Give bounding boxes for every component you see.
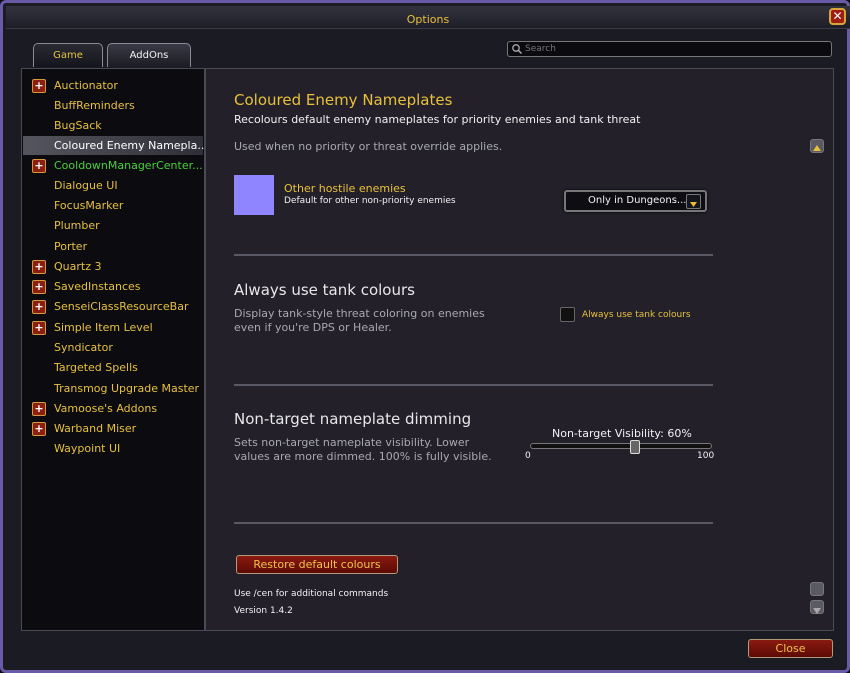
sidebar-item-label: Warband Miser	[54, 422, 137, 435]
sidebar-item-waypoint-ui[interactable]: Waypoint UI	[23, 439, 203, 458]
sidebar-item-label: Auctionator	[54, 79, 118, 92]
visibility-dropdown[interactable]: Only in Dungeons...	[564, 190, 707, 212]
tank-description-line2: even if you're DPS or Healer.	[234, 321, 392, 334]
sidebar-item-vamooses-addons[interactable]: + Vamoose's Addons	[23, 399, 203, 418]
section-divider	[234, 384, 713, 386]
slider-max-label: 100	[697, 451, 715, 461]
visibility-slider[interactable]	[530, 440, 712, 454]
sidebar-item-label: Waypoint UI	[54, 442, 121, 455]
scroll-thumb[interactable]	[810, 582, 824, 596]
sidebar-item-bugsack[interactable]: BugSack	[23, 116, 203, 135]
sidebar-item-label: Vamoose's Addons	[54, 402, 158, 415]
commands-hint: Use /cen for additional commands	[234, 589, 389, 599]
sidebar-item-dialogue-ui[interactable]: Dialogue UI	[23, 176, 203, 195]
fallback-note: Used when no priority or threat override…	[234, 140, 503, 153]
dimming-description-line1: Sets non-target nameplate visibility. Lo…	[234, 436, 470, 449]
sidebar-item-label: Dialogue UI	[54, 179, 118, 192]
slider-min-label: 0	[525, 451, 531, 461]
restore-default-colours-button[interactable]: Restore default colours	[236, 555, 398, 574]
tank-heading: Always use tank colours	[234, 281, 415, 299]
tank-checkbox-label[interactable]: Always use tank colours	[582, 310, 691, 320]
expand-icon[interactable]: +	[32, 402, 46, 416]
scroll-up-icon[interactable]	[810, 139, 824, 153]
sidebar-item-simple-item-level[interactable]: + Simple Item Level	[23, 318, 203, 337]
sidebar-item-buffreminders[interactable]: BuffReminders	[23, 96, 203, 115]
sidebar-item-quartz-3[interactable]: + Quartz 3	[23, 257, 203, 276]
search-box[interactable]	[507, 41, 832, 57]
sidebar-item-auctionator[interactable]: + Auctionator	[23, 76, 203, 95]
dropdown-value: Only in Dungeons...	[588, 195, 687, 206]
tank-colours-checkbox[interactable]	[560, 307, 575, 322]
sidebar-item-label: Coloured Enemy Nameplа...	[54, 139, 208, 152]
sidebar-item-label: CooldownManagerCenter...	[54, 159, 203, 172]
sidebar-item-senseiclassresourcebar[interactable]: + SenseiClassResourceBar	[23, 297, 203, 316]
close-icon[interactable]: ✕	[829, 8, 846, 25]
tab-addons-label: AddOns	[129, 50, 169, 61]
sidebar-item-warband-miser[interactable]: + Warband Miser	[23, 419, 203, 438]
sidebar-item-label: BuffReminders	[54, 99, 135, 112]
window-title: Options	[406, 13, 450, 26]
tab-game[interactable]: Game	[33, 43, 103, 67]
sidebar-item-label: Quartz 3	[54, 260, 102, 273]
expand-icon[interactable]: +	[32, 79, 46, 93]
addon-list[interactable]: + Auctionator BuffReminders BugSack Colo…	[21, 68, 208, 631]
expand-icon[interactable]: +	[32, 422, 46, 436]
sidebar-item-targeted-spells[interactable]: Targeted Spells	[23, 358, 203, 377]
slider-thumb[interactable]	[630, 440, 641, 454]
sidebar-item-label: Porter	[54, 240, 88, 253]
hostile-description: Default for other non-priority enemies	[284, 196, 456, 206]
version-label: Version 1.4.2	[234, 606, 293, 616]
chevron-down-icon[interactable]	[686, 194, 701, 209]
dimming-heading: Non-target nameplate dimming	[234, 410, 472, 428]
expand-icon[interactable]: +	[32, 321, 46, 335]
slider-label: Non-target Visibility: 60%	[552, 427, 692, 440]
search-input[interactable]	[525, 42, 825, 56]
expand-icon[interactable]: +	[32, 300, 46, 314]
sidebar-item-label: SavedInstances	[54, 280, 141, 293]
close-button[interactable]: Close	[748, 639, 833, 658]
dimming-description-line2: values are more dimmed. 100% is fully vi…	[234, 450, 492, 463]
arrow-up-icon	[813, 145, 821, 151]
sidebar-item-label: Simple Item Level	[54, 321, 153, 334]
arrow-down-icon	[813, 608, 821, 614]
expand-icon[interactable]: +	[32, 159, 46, 173]
sidebar-item-savedinstances[interactable]: + SavedInstances	[23, 277, 203, 296]
tab-addons[interactable]: AddOns	[107, 43, 191, 67]
sidebar-item-syndicator[interactable]: Syndicator	[23, 338, 203, 357]
sidebar-item-label: SenseiClassResourceBar	[54, 300, 189, 313]
sidebar-item-label: FocusMarker	[54, 199, 124, 212]
sidebar-item-label: BugSack	[54, 119, 102, 132]
color-swatch[interactable]	[234, 175, 274, 215]
tank-description-line1: Display tank-style threat coloring on en…	[234, 307, 485, 320]
section-divider	[234, 254, 713, 256]
tab-game-label: Game	[53, 50, 83, 61]
sidebar-item-focusmarker[interactable]: FocusMarker	[23, 196, 203, 215]
sidebar-item-label: Syndicator	[54, 341, 113, 354]
page-subtitle: Recolours default enemy nameplates for p…	[234, 113, 641, 126]
scroll-down-icon[interactable]	[810, 600, 824, 614]
search-icon	[512, 44, 523, 55]
settings-panel: Coloured Enemy Nameplates Recolours defa…	[204, 68, 834, 631]
page-title: Coloured Enemy Nameplates	[234, 91, 453, 109]
sidebar-item-label: Targeted Spells	[54, 361, 138, 374]
hostile-label: Other hostile enemies	[284, 182, 406, 195]
expand-icon[interactable]: +	[32, 280, 46, 294]
sidebar-item-label: Plumber	[54, 219, 100, 232]
expand-icon[interactable]: +	[32, 260, 46, 274]
sidebar-item-cooldownmanagercenter[interactable]: + CooldownManagerCenter...	[23, 156, 203, 175]
sidebar-item-coloured-enemy-nameplates[interactable]: Coloured Enemy Nameplа...	[23, 136, 208, 155]
section-divider	[234, 522, 713, 524]
sidebar-item-label: Transmog Upgrade Master	[54, 382, 200, 395]
sidebar-item-porter[interactable]: Porter	[23, 237, 203, 256]
title-bar[interactable]: Options	[6, 6, 850, 29]
options-window: Options ✕ Game AddOns + Auctionator Buff…	[0, 0, 850, 673]
sidebar-item-transmog-upgrade-master[interactable]: Transmog Upgrade Master	[23, 379, 203, 398]
sidebar-item-plumber[interactable]: Plumber	[23, 216, 203, 235]
